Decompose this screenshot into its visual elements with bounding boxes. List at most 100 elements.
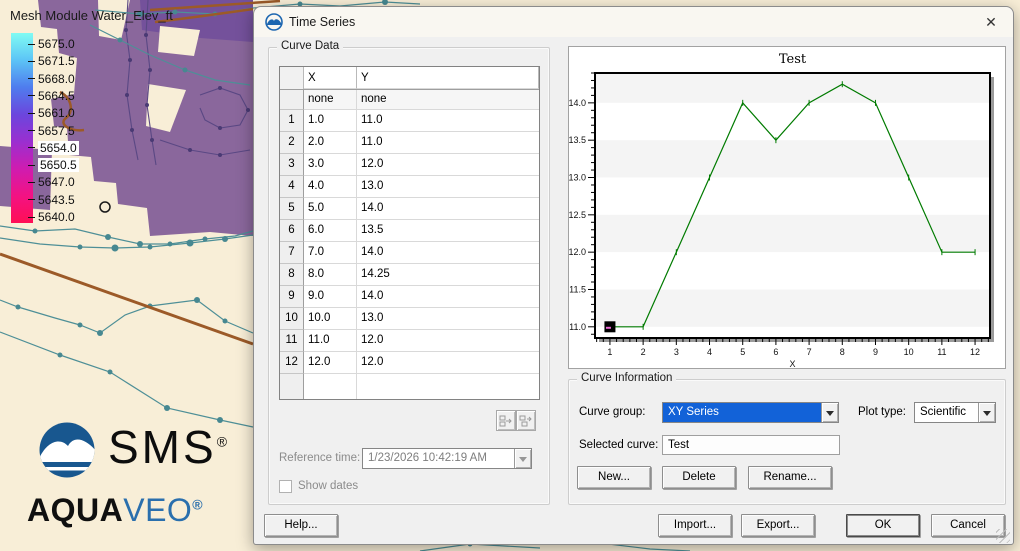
column-header-y[interactable]: Y — [357, 67, 539, 89]
value-cell[interactable]: 12.0 — [357, 352, 539, 374]
table-row: 7 7.0 14.0 — [280, 242, 539, 264]
row-number-cell[interactable]: 11 — [280, 330, 304, 352]
empty-table-row[interactable] — [280, 374, 539, 399]
row-number-cell[interactable]: 3 — [280, 154, 304, 176]
value-cell[interactable]: 8.0 — [304, 264, 357, 286]
rename-button[interactable]: Rename... — [748, 466, 832, 489]
value-cell[interactable]: 12.0 — [357, 330, 539, 352]
value-cell[interactable]: 12.0 — [357, 154, 539, 176]
curve-group-dropdown[interactable]: XY Series — [662, 402, 839, 423]
svg-text:2: 2 — [641, 347, 646, 357]
cancel-button[interactable]: Cancel — [931, 514, 1005, 537]
svg-text:13.5: 13.5 — [569, 135, 586, 145]
row-number-cell[interactable]: 7 — [280, 242, 304, 264]
table-row: 1 1.0 11.0 — [280, 110, 539, 132]
units-cell-x[interactable]: none — [304, 90, 357, 110]
reference-time-dropdown[interactable]: 1/23/2026 10:42:19 AM — [362, 448, 532, 469]
close-icon[interactable]: ✕ — [976, 9, 1006, 35]
units-row: none none — [280, 90, 539, 110]
row-number-cell[interactable]: 8 — [280, 264, 304, 286]
table-row: 3 3.0 12.0 — [280, 154, 539, 176]
app-wave-icon — [265, 13, 283, 31]
table-row: 8 8.0 14.25 — [280, 264, 539, 286]
value-cell[interactable]: 14.0 — [357, 198, 539, 220]
x-axis-label: X — [789, 359, 795, 368]
selected-curve-label: Selected curve: — [579, 439, 659, 451]
table-row: 9 9.0 14.0 — [280, 286, 539, 308]
value-cell[interactable]: 13.5 — [357, 220, 539, 242]
resize-grip[interactable] — [996, 529, 1010, 543]
value-cell[interactable]: 14.25 — [357, 264, 539, 286]
svg-text:10: 10 — [904, 347, 914, 357]
table-header-row: X Y — [280, 67, 539, 90]
value-cell[interactable]: 14.0 — [357, 242, 539, 264]
svg-text:12.0: 12.0 — [569, 247, 586, 257]
value-cell[interactable]: 7.0 — [304, 242, 357, 264]
value-cell[interactable]: 12.0 — [304, 352, 357, 374]
value-cell[interactable]: 6.0 — [304, 220, 357, 242]
svg-text:11: 11 — [937, 347, 946, 357]
insert-point-button[interactable] — [496, 410, 516, 431]
mesh-module-title: Mesh Module Water_Elev_ft — [10, 8, 173, 23]
table-row: 12 12.0 12.0 — [280, 352, 539, 374]
legend-label: 5654.0 — [28, 140, 79, 155]
selected-curve-field[interactable]: Test — [662, 435, 840, 455]
show-dates-checkbox[interactable] — [279, 480, 292, 493]
legend-label: 5640.0 — [28, 210, 75, 224]
curve-information-group-label: Curve Information — [577, 372, 677, 384]
units-cell-y[interactable]: none — [357, 90, 539, 110]
dialog-title: Time Series — [289, 15, 356, 29]
svg-text:11.5: 11.5 — [569, 284, 586, 294]
value-cell[interactable]: 10.0 — [304, 308, 357, 330]
row-number-cell[interactable]: 2 — [280, 132, 304, 154]
chevron-down-icon[interactable] — [978, 403, 995, 422]
export-button[interactable]: Export... — [741, 514, 815, 537]
row-number-cell[interactable]: 10 — [280, 308, 304, 330]
value-cell[interactable]: 11.0 — [304, 330, 357, 352]
show-dates-label: Show dates — [298, 480, 359, 492]
plot-type-label: Plot type: — [858, 406, 906, 418]
value-cell[interactable]: 2.0 — [304, 132, 357, 154]
legend-label: 5650.5 — [28, 158, 79, 173]
row-number-cell[interactable]: 6 — [280, 220, 304, 242]
value-cell[interactable]: 1.0 — [304, 110, 357, 132]
append-point-button[interactable] — [516, 410, 536, 431]
value-cell[interactable]: 11.0 — [357, 110, 539, 132]
value-cell[interactable]: 5.0 — [304, 198, 357, 220]
corner-cell — [280, 67, 304, 89]
curve-data-group: Curve Data X Y none none 1 1.0 11.0 2 2.0 11.… — [268, 40, 550, 505]
dialog-titlebar[interactable]: Time Series ✕ — [254, 7, 1013, 37]
chevron-down-icon[interactable] — [821, 403, 838, 422]
value-cell[interactable]: 13.0 — [357, 176, 539, 198]
row-number-cell[interactable]: 1 — [280, 110, 304, 132]
table-row: 6 6.0 13.5 — [280, 220, 539, 242]
help-button[interactable]: Help... — [264, 514, 338, 537]
column-header-x[interactable]: X — [304, 67, 357, 89]
legend-label: 5675.0 — [28, 37, 75, 51]
row-number-cell[interactable]: 5 — [280, 198, 304, 220]
svg-text:14.0: 14.0 — [569, 98, 586, 108]
value-cell[interactable]: 14.0 — [357, 286, 539, 308]
ok-button[interactable]: OK — [846, 514, 920, 537]
plot-type-dropdown[interactable]: Scientific — [914, 402, 996, 423]
legend-label: 5671.5 — [28, 54, 75, 68]
import-button[interactable]: Import... — [658, 514, 732, 537]
value-cell[interactable]: 9.0 — [304, 286, 357, 308]
value-cell[interactable]: 11.0 — [357, 132, 539, 154]
row-number-cell[interactable]: 12 — [280, 352, 304, 374]
value-cell[interactable]: 3.0 — [304, 154, 357, 176]
value-cell[interactable]: 4.0 — [304, 176, 357, 198]
chevron-down-icon[interactable] — [514, 449, 531, 468]
legend-label: 5668.0 — [28, 72, 75, 86]
row-number-cell[interactable]: 9 — [280, 286, 304, 308]
row-number-cell[interactable]: 4 — [280, 176, 304, 198]
svg-text:6: 6 — [773, 347, 778, 357]
curve-data-table[interactable]: X Y none none 1 1.0 11.0 2 2.0 11.0 3 3.0 12.0 4 4… — [279, 66, 540, 400]
time-series-chart[interactable]: 1 2 3 4 5 6 7 8 9 10 11 1211.011.512.012.513.013.51… — [568, 47, 1005, 369]
value-cell[interactable]: 13.0 — [357, 308, 539, 330]
legend-label: 5643.5 — [28, 193, 75, 207]
svg-text:8: 8 — [840, 347, 845, 357]
svg-text:13.0: 13.0 — [569, 173, 586, 183]
delete-button[interactable]: Delete — [662, 466, 736, 489]
new-button[interactable]: New... — [577, 466, 651, 489]
